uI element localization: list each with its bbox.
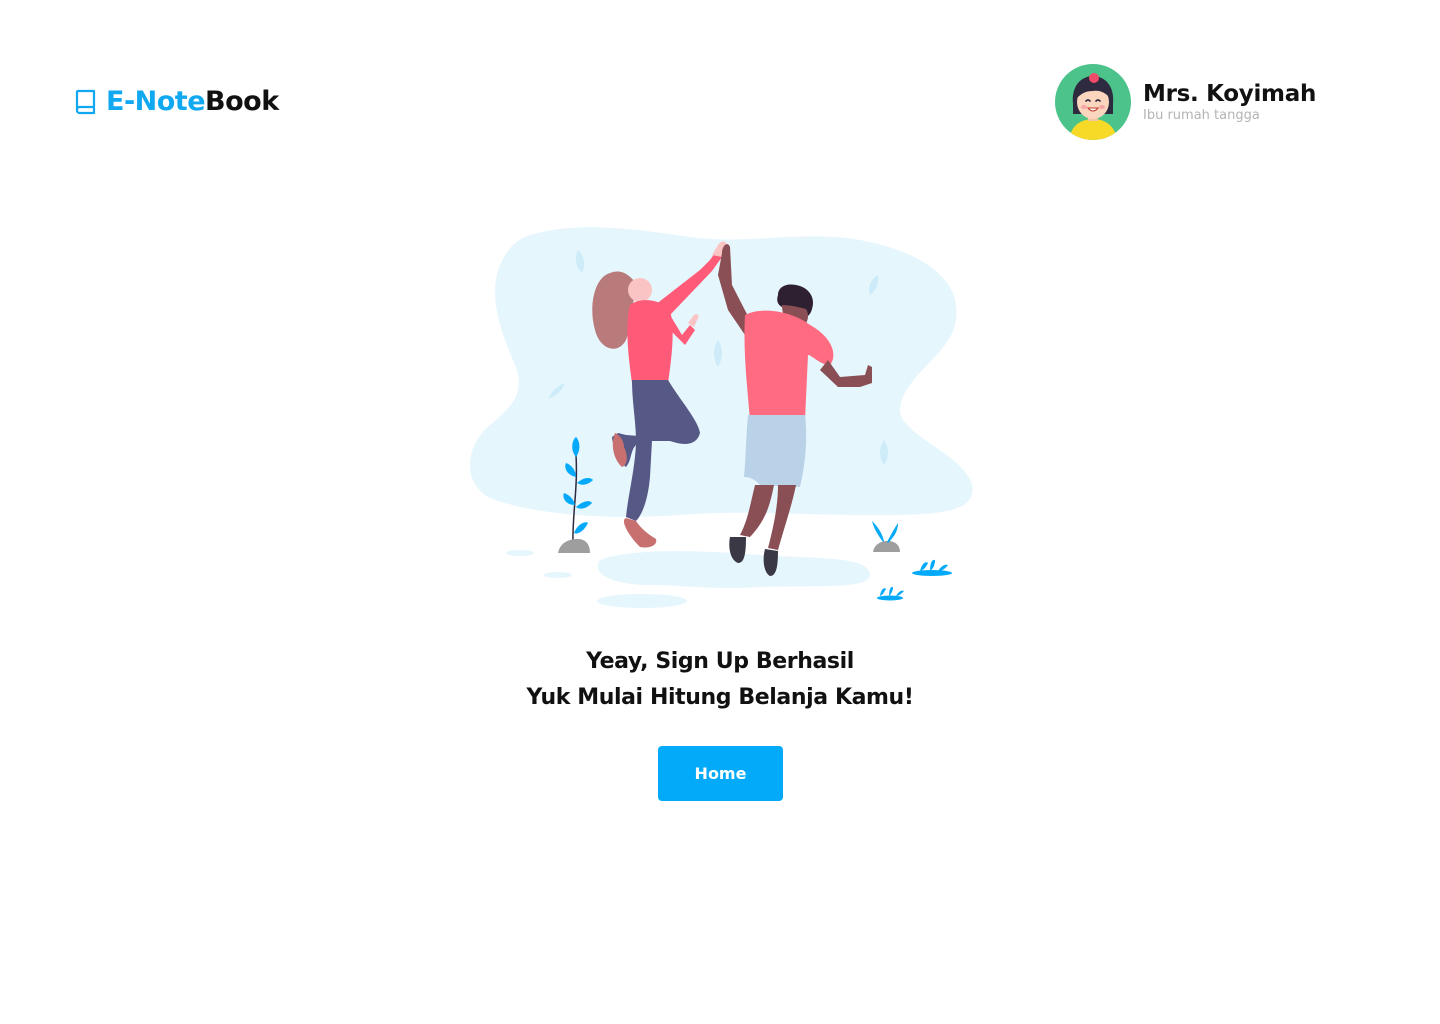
logo-text: E-NoteBook [106, 84, 279, 120]
success-message-line-1: Yeay, Sign Up Berhasil [586, 649, 854, 674]
success-message-line-2: Yuk Mulai Hitung Belanja Kamu! [526, 685, 914, 710]
rock [873, 541, 900, 552]
profile-name: Mrs. Koyimah [1143, 81, 1317, 107]
home-button[interactable]: Home [658, 746, 783, 801]
profile-text: Mrs. Koyimah Ibu rumah tangga [1143, 80, 1316, 124]
user-profile[interactable]: Mrs. Koyimah Ibu rumah tangga [1055, 64, 1316, 140]
ground-puddle [544, 572, 572, 578]
sprout [887, 523, 898, 543]
ground-puddle [597, 594, 687, 608]
book-icon [75, 89, 96, 115]
avatar-woman-icon [1055, 64, 1131, 140]
splash-plant [877, 586, 904, 601]
ground-puddle [506, 550, 534, 556]
logo-link[interactable]: E-NoteBook [74, 84, 279, 120]
success-message: Yeay, Sign Up Berhasil Yuk Mulai Hitung … [420, 644, 1020, 716]
sprout [872, 521, 884, 542]
logo-text-book: Book [205, 86, 279, 117]
splash-plant [912, 559, 952, 576]
profile-role: Ibu rumah tangga [1143, 108, 1260, 123]
high-five-people-illustration [470, 227, 973, 608]
rock [558, 539, 590, 553]
plant-leaf [574, 522, 588, 534]
logo-text-note: E-Note [106, 86, 206, 117]
